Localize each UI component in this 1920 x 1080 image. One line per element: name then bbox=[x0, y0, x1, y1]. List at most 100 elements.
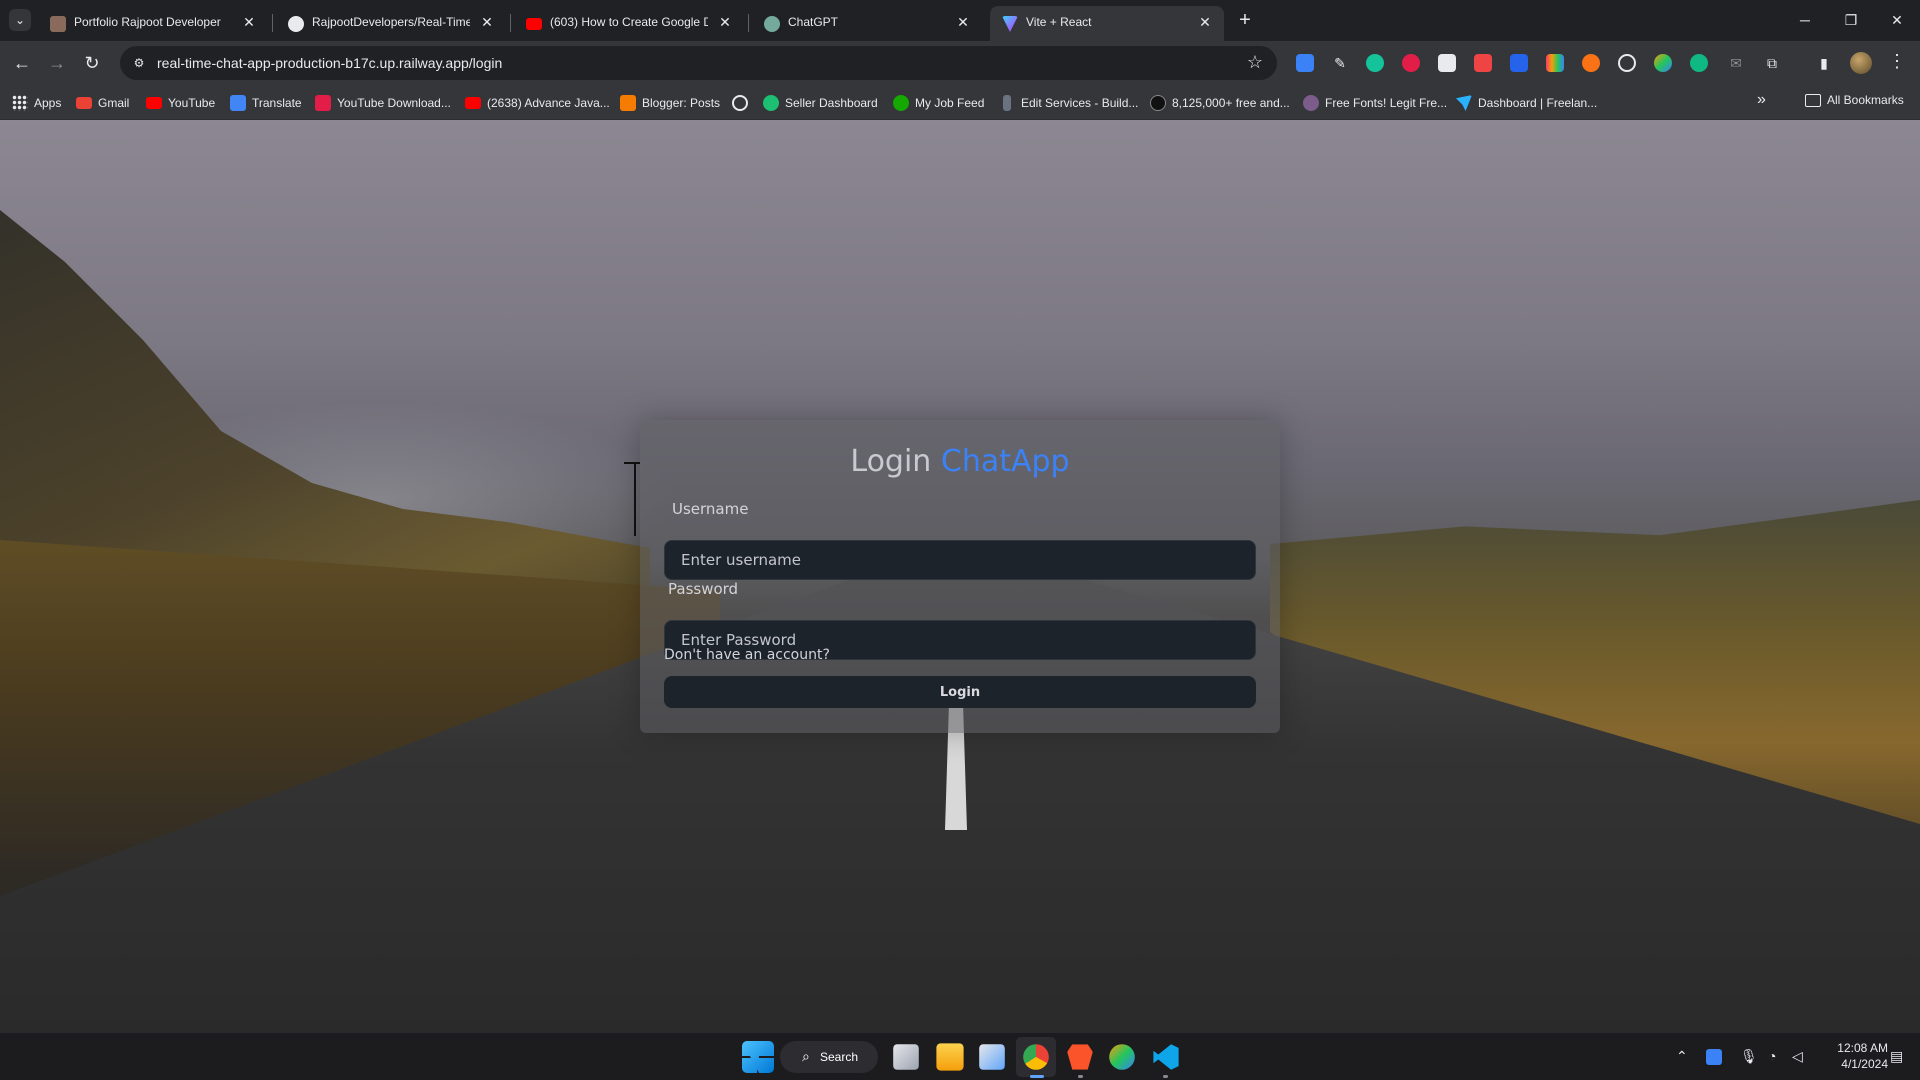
site-info-icon[interactable]: ⚙ bbox=[130, 54, 148, 72]
pen-extension-icon[interactable]: ✎ bbox=[1330, 53, 1350, 73]
tab-youtube[interactable]: (603) How to Create Google Dr ✕ bbox=[514, 6, 744, 41]
bookmark-star-icon[interactable]: ☆ bbox=[1247, 52, 1263, 73]
bookmark-label: Free Fonts! Legit Fre... bbox=[1325, 96, 1448, 110]
password-label: Password bbox=[668, 580, 739, 598]
all-bookmarks-label: All Bookmarks bbox=[1827, 93, 1904, 107]
microsoft-store-icon[interactable] bbox=[979, 1044, 1005, 1070]
volume-icon[interactable]: ◁ bbox=[1792, 1048, 1803, 1065]
minimize-button[interactable]: ─ bbox=[1782, 8, 1828, 32]
url-text[interactable]: real-time-chat-app-production-b17c.up.ra… bbox=[157, 55, 502, 71]
username-input[interactable] bbox=[664, 540, 1256, 580]
tray-expand-icon[interactable]: ⌃ bbox=[1676, 1048, 1688, 1065]
color-app-icon[interactable] bbox=[1109, 1044, 1135, 1070]
signup-link[interactable]: Don't have an account? bbox=[664, 647, 830, 663]
chrome-running-indicator bbox=[1030, 1075, 1044, 1078]
tab-title: RajpootDevelopers/Real-Time- bbox=[312, 15, 470, 29]
service-icon bbox=[1003, 95, 1011, 111]
vscode-icon[interactable] bbox=[1153, 1044, 1179, 1070]
tab-vite-react[interactable]: Vite + React ✕ bbox=[990, 6, 1224, 41]
bing-icon[interactable] bbox=[1510, 54, 1528, 72]
microphone-icon[interactable]: 🎙 bbox=[1740, 1048, 1758, 1065]
color-picker-extension-icon[interactable] bbox=[1546, 54, 1564, 72]
tab-portfolio[interactable]: Portfolio Rajpoot Developer ✕ bbox=[38, 6, 268, 41]
mail-extension-icon[interactable]: ✉ bbox=[1726, 53, 1746, 73]
bookmark-label: Edit Services - Build... bbox=[1021, 96, 1139, 110]
bookmark-label: Dashboard | Freelan... bbox=[1478, 96, 1598, 110]
notification-bell-icon[interactable]: ▤ bbox=[1890, 1048, 1903, 1065]
close-icon[interactable]: ✕ bbox=[1196, 13, 1214, 31]
address-bar[interactable]: ⚙ real-time-chat-app-production-b17c.up.… bbox=[120, 46, 1277, 80]
menu-kebab-icon[interactable]: ⋮ bbox=[1888, 51, 1906, 72]
youtube-icon bbox=[146, 97, 162, 109]
tab-title: (603) How to Create Google Dr bbox=[550, 15, 708, 29]
close-icon[interactable]: ✕ bbox=[240, 13, 258, 31]
color-extension-icon[interactable] bbox=[1654, 54, 1672, 72]
reload-button[interactable]: ↻ bbox=[79, 50, 105, 76]
task-view-icon[interactable] bbox=[893, 1044, 919, 1070]
red-square-extension-icon[interactable] bbox=[1474, 54, 1492, 72]
bookmarks-bar: Apps Gmail YouTube Translate YouTube Dow… bbox=[0, 85, 1920, 120]
forward-button[interactable]: → bbox=[44, 50, 70, 76]
gmail-icon bbox=[76, 97, 92, 109]
green-extension-icon[interactable] bbox=[1690, 54, 1708, 72]
brave-running-indicator bbox=[1078, 1075, 1083, 1078]
upwork-icon bbox=[893, 95, 909, 111]
freelancer-icon bbox=[1456, 95, 1472, 111]
tab-divider bbox=[748, 14, 749, 32]
browser-toolbar: ← → ↻ ⚙ real-time-chat-app-production-b1… bbox=[0, 41, 1920, 85]
tab-github[interactable]: RajpootDevelopers/Real-Time- ✕ bbox=[276, 6, 506, 41]
bookmark-label: Apps bbox=[34, 96, 62, 110]
wifi-icon[interactable]: ◔ bbox=[1768, 1048, 1776, 1064]
window-extension-icon[interactable] bbox=[1438, 54, 1456, 72]
username-label: Username bbox=[672, 500, 749, 518]
restore-button[interactable]: ❐ bbox=[1828, 8, 1874, 32]
tab-search-icon[interactable]: ⌄ bbox=[9, 9, 31, 31]
bookmark-label: My Job Feed bbox=[915, 96, 985, 110]
more-bookmarks-chevron-icon[interactable]: » bbox=[1757, 91, 1766, 109]
bookmark-label: Gmail bbox=[98, 96, 130, 110]
close-icon[interactable]: ✕ bbox=[478, 13, 496, 31]
red-extension-icon[interactable] bbox=[1402, 54, 1420, 72]
blogger-icon bbox=[620, 95, 636, 111]
fonts-icon bbox=[1303, 95, 1319, 111]
tab-title: ChatGPT bbox=[788, 15, 839, 29]
new-tab-button[interactable]: + bbox=[1232, 8, 1258, 34]
bookmark-label: Blogger: Posts bbox=[642, 96, 721, 110]
clock-date: 4/1/2024 bbox=[1841, 1057, 1888, 1071]
profile-avatar[interactable] bbox=[1850, 52, 1872, 74]
close-icon[interactable]: ✕ bbox=[954, 13, 972, 31]
title-prefix: Login bbox=[850, 444, 932, 479]
close-window-button[interactable]: ✕ bbox=[1874, 8, 1920, 32]
back-button[interactable]: ← bbox=[9, 50, 35, 76]
chrome-icon[interactable] bbox=[1023, 1044, 1049, 1070]
folder-icon bbox=[1805, 94, 1821, 107]
defender-icon[interactable] bbox=[1706, 1049, 1722, 1065]
target-extension-icon[interactable] bbox=[1618, 54, 1636, 72]
extensions-puzzle-icon[interactable]: ⧉ bbox=[1762, 53, 1782, 73]
background-pole bbox=[634, 462, 636, 536]
grammarly-icon[interactable] bbox=[1366, 54, 1384, 72]
bookmark-label: 8,125,000+ free and... bbox=[1172, 96, 1290, 110]
bookmark-globe[interactable] bbox=[732, 93, 748, 113]
freepik-icon bbox=[1150, 95, 1166, 111]
file-explorer-icon[interactable] bbox=[936, 1043, 964, 1071]
side-panel-icon[interactable]: ▮ bbox=[1814, 53, 1834, 73]
portfolio-favicon-icon bbox=[50, 16, 66, 32]
tab-title: Portfolio Rajpoot Developer bbox=[74, 15, 221, 29]
taskbar-search[interactable]: ⌕ Search bbox=[780, 1041, 878, 1073]
windows-start-icon[interactable] bbox=[742, 1041, 774, 1073]
close-icon[interactable]: ✕ bbox=[716, 13, 734, 31]
screen-cast-extension-icon[interactable] bbox=[1296, 54, 1314, 72]
tab-divider bbox=[510, 14, 511, 32]
fire-extension-icon[interactable] bbox=[1582, 54, 1600, 72]
vscode-running-indicator bbox=[1163, 1075, 1168, 1078]
vite-icon bbox=[1002, 16, 1018, 32]
login-button[interactable]: Login bbox=[664, 676, 1256, 708]
brave-icon[interactable] bbox=[1067, 1044, 1093, 1070]
tab-chatgpt[interactable]: ChatGPT ✕ bbox=[752, 6, 982, 41]
page-title: Login ChatApp bbox=[640, 444, 1280, 479]
chatgpt-icon bbox=[764, 16, 780, 32]
bookmark-label: YouTube Download... bbox=[337, 96, 451, 110]
brand-name: ChatApp bbox=[940, 444, 1070, 479]
system-clock[interactable]: 12:08 AM 4/1/2024 bbox=[1818, 1040, 1888, 1072]
